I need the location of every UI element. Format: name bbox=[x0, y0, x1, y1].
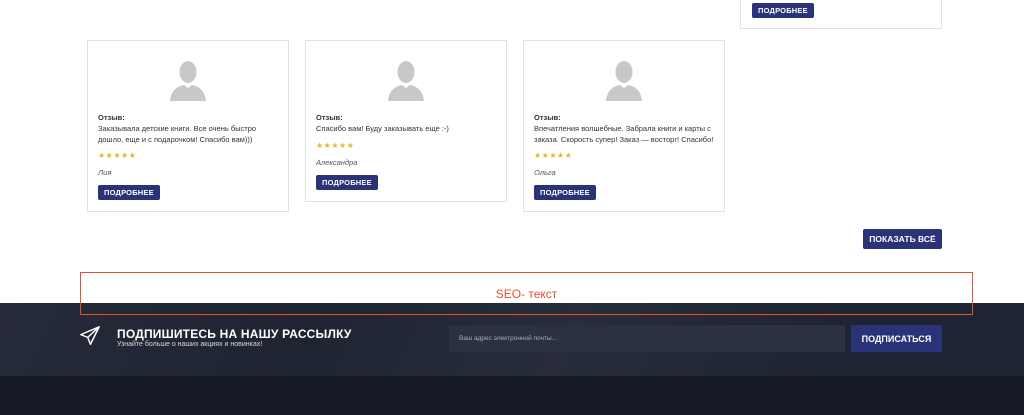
email-input[interactable] bbox=[449, 325, 845, 352]
more-button[interactable]: ПОДРОБНЕЕ bbox=[752, 3, 814, 18]
user-avatar-icon bbox=[170, 61, 206, 101]
more-button[interactable]: ПОДРОБНЕЕ bbox=[316, 174, 378, 190]
newsletter-subtitle: Узнайте больше о наших акциях и новинках… bbox=[117, 341, 263, 348]
show-all-button[interactable]: ПОКАЗАТЬ ВСЁ bbox=[863, 229, 942, 249]
user-avatar-icon bbox=[606, 61, 642, 101]
rating-stars: ★★★★★ bbox=[98, 151, 137, 160]
review-card: Отзыв: Заказывала детские книги. Все оче… bbox=[87, 40, 289, 212]
subscribe-button[interactable]: ПОДПИСАТЬСЯ bbox=[851, 325, 942, 352]
newsletter-title: ПОДПИШИТЕСЬ НА НАШУ РАССЫЛКУ bbox=[117, 327, 352, 341]
review-author: Александра bbox=[316, 157, 358, 167]
review-card: Отзыв: Впечатления волшебные. Забрала кн… bbox=[523, 40, 725, 212]
user-avatar-icon bbox=[388, 61, 424, 101]
review-label: Отзыв: bbox=[534, 113, 561, 122]
more-button[interactable]: ПОДРОБНЕЕ bbox=[98, 185, 160, 200]
more-button[interactable]: ПОДРОБНЕЕ bbox=[534, 185, 596, 200]
seo-text-block: SEO- текст bbox=[80, 272, 973, 315]
review-card-partial: ПОДРОБНЕЕ bbox=[740, 0, 942, 29]
review-text: Впечатления волшебные. Забрала книги и к… bbox=[534, 124, 714, 144]
paper-plane-icon bbox=[80, 326, 100, 345]
review-card: Отзыв: Спасибо вам! Буду заказывать еще … bbox=[305, 40, 507, 202]
rating-stars: ★★★★★ bbox=[316, 140, 355, 150]
review-author: Лия bbox=[98, 168, 112, 177]
review-label: Отзыв: bbox=[98, 113, 125, 122]
review-text: Спасибо вам! Буду заказывать еще :-) bbox=[316, 124, 449, 133]
review-text: Заказывала детские книги. Все очень быст… bbox=[98, 124, 257, 144]
footer-bottom bbox=[0, 376, 1024, 415]
rating-stars: ★★★★★ bbox=[534, 151, 573, 160]
review-label: Отзыв: bbox=[316, 113, 343, 122]
review-author: Ольга bbox=[534, 168, 556, 177]
